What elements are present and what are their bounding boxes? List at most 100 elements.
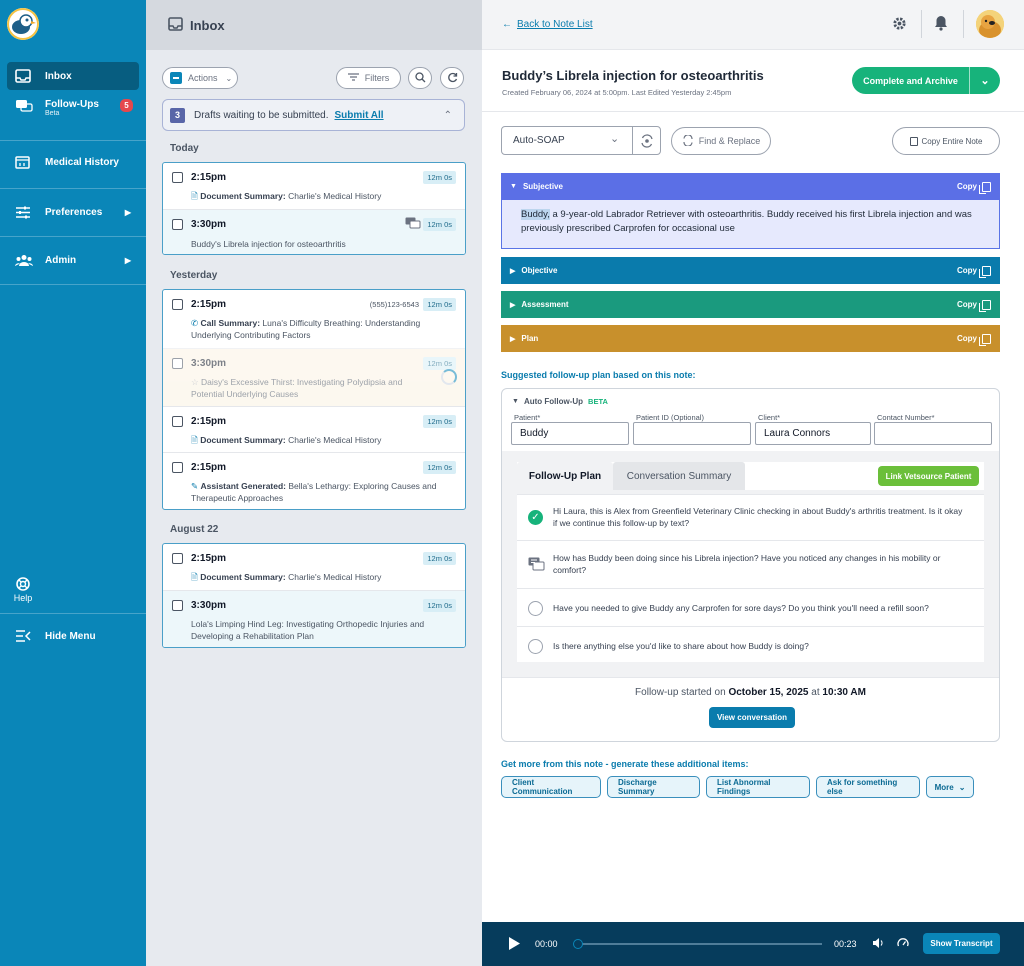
more-dropdown[interactable]: More ⌄ [926, 776, 974, 798]
sidebar-item-medical-history[interactable]: Medical History [7, 148, 139, 176]
copy-button[interactable]: Copy [957, 333, 991, 346]
section-label: Today [170, 143, 199, 154]
inbox-panel: Inbox Actions ⌄ Filters 3 Drafts waiting… [146, 0, 482, 966]
select-all-checkbox[interactable] [170, 72, 182, 84]
sidebar-item-preferences[interactable]: Preferences ▶ [7, 198, 139, 226]
list-item[interactable]: 3:30pm 12m 0s Lola's Limping Hind Leg: I… [163, 590, 465, 647]
client-field[interactable]: Laura Connors [755, 422, 871, 445]
beta-badge: BETA [588, 397, 608, 406]
progress-thumb[interactable] [573, 939, 583, 949]
item-checkbox[interactable] [172, 416, 183, 427]
hide-menu-button[interactable]: Hide Menu [7, 622, 139, 650]
contact-number-field[interactable] [874, 422, 992, 445]
subjective-text: a 9-year-old Labrador Retriever with ost… [521, 209, 972, 234]
item-kind: Document Summary: [200, 435, 286, 445]
item-checkbox[interactable] [172, 553, 183, 564]
item-checkbox[interactable] [172, 219, 183, 230]
item-checkbox[interactable] [172, 600, 183, 611]
section-subjective[interactable]: ▼ Subjective Copy [501, 173, 1000, 200]
help-button[interactable]: Help [10, 577, 36, 603]
link-vetsource-patient-button[interactable]: Link Vetsource Patient [878, 466, 979, 486]
list-item[interactable]: 2:15pm (555)123-6543 12m 0s ✆ Call Summa… [163, 290, 465, 348]
volume-icon[interactable] [872, 937, 884, 952]
sidebar-item-inbox[interactable]: Inbox [7, 62, 139, 90]
followup-card: ▼ Auto Follow-Up BETA Patient* Buddy Pat… [501, 388, 1000, 742]
sidebar-item-follow-ups[interactable]: Follow-Ups Beta 5 [7, 95, 139, 127]
section-label: Assessment [521, 300, 569, 309]
filters-button[interactable]: Filters [336, 67, 401, 89]
app-logo[interactable] [7, 8, 39, 40]
copy-entire-note-button[interactable]: Copy Entire Note [892, 127, 1000, 155]
sidebar-item-label: Medical History [45, 156, 119, 168]
item-checkbox[interactable] [172, 299, 183, 310]
inbox-icon [168, 17, 183, 34]
tab-follow-up-plan[interactable]: Follow-Up Plan [517, 462, 613, 490]
inbox-icon [15, 69, 37, 83]
chevron-down-icon[interactable]: ⌄ [970, 67, 1000, 94]
section-plan[interactable]: ▶ Plan Copy [501, 325, 1000, 352]
copy-button[interactable]: Copy [957, 299, 991, 312]
divider [502, 677, 999, 678]
complete-and-archive-button[interactable]: Complete and Archive ⌄ [852, 67, 1000, 94]
list-item[interactable]: 2:15pm 12m 0s 🗎 Document Summary: Charli… [163, 544, 465, 590]
item-description: ☆ Daisy's Excessive Thirst: Investigatin… [191, 376, 425, 400]
section-objective[interactable]: ▶ Objective Copy [501, 257, 1000, 284]
chevron-up-icon[interactable]: ⌃ [444, 110, 452, 121]
copy-button[interactable]: Copy [957, 181, 991, 194]
ask-for-something-else-button[interactable]: Ask for something else [816, 776, 920, 798]
submit-all-link[interactable]: Submit All [335, 110, 384, 121]
show-transcript-button[interactable]: Show Transcript [923, 933, 1000, 954]
patient-id-label: Patient ID (Optional) [636, 413, 704, 422]
item-time: 2:15pm [191, 462, 227, 473]
template-select[interactable]: Auto-SOAP ⌄ [501, 126, 661, 155]
current-time: 00:00 [535, 939, 558, 949]
sidebar-item-admin[interactable]: Admin ▶ [7, 246, 139, 274]
section-assessment[interactable]: ▶ Assessment Copy [501, 291, 1000, 318]
message-icon [405, 217, 421, 233]
duration-badge: 12m 0s [423, 218, 456, 231]
view-conversation-button[interactable]: View conversation [709, 707, 795, 728]
client-communication-button[interactable]: Client Communication [501, 776, 601, 798]
divider [0, 188, 146, 189]
progress-track[interactable] [573, 939, 822, 949]
list-item[interactable]: 2:15pm 12m 0s 🗎 Document Summary: Charli… [163, 163, 465, 209]
regenerate-icon[interactable] [640, 134, 654, 151]
list-abnormal-findings-button[interactable]: List Abnormal Findings [706, 776, 810, 798]
duration-badge: 12m 0s [423, 599, 456, 612]
play-icon[interactable] [508, 936, 521, 954]
list-item-processing[interactable]: 3:30pm 12m 0s ☆ Daisy's Excessive Thirst… [163, 348, 465, 406]
item-description: ✆ Call Summary: Luna's Difficulty Breath… [191, 317, 453, 341]
check-circle-icon: ✓ [528, 510, 543, 525]
gear-icon[interactable] [892, 16, 907, 34]
chevron-right-icon: ▶ [124, 207, 131, 217]
auto-followup-toggle[interactable]: ▼ Auto Follow-Up BETA [512, 397, 608, 406]
divider [632, 127, 633, 154]
chevron-down-icon: ⌄ [610, 133, 620, 145]
refresh-button[interactable] [440, 67, 464, 89]
item-checkbox[interactable] [172, 358, 183, 369]
list-item[interactable]: 2:15pm 12m 0s ✎ Assistant Generated: Bel… [163, 452, 465, 509]
duration-badge: 12m 0s [423, 461, 456, 474]
item-checkbox[interactable] [172, 172, 183, 183]
item-checkbox[interactable] [172, 462, 183, 473]
playback-speed-icon[interactable] [897, 937, 909, 952]
tab-conversation-summary[interactable]: Conversation Summary [613, 462, 745, 490]
discharge-summary-button[interactable]: Discharge Summary [607, 776, 700, 798]
patient-id-field[interactable] [633, 422, 751, 445]
copy-label: Copy [957, 300, 977, 309]
bell-icon[interactable] [934, 15, 948, 34]
actions-dropdown[interactable]: Actions ⌄ [162, 67, 238, 89]
copy-button[interactable]: Copy [957, 265, 991, 278]
followup-plan-panel: Follow-Up Plan Conversation Summary Link… [517, 462, 984, 662]
avatar[interactable] [976, 10, 1004, 38]
back-to-note-list-link[interactable]: ← Back to Note List [502, 19, 593, 30]
subjective-content[interactable]: Buddy, a 9-year-old Labrador Retriever w… [501, 200, 1000, 249]
calendar-icon [15, 155, 37, 169]
started-time: 10:30 AM [822, 687, 866, 698]
list-item[interactable]: 3:30pm 12m 0s Buddy's Librela injection … [163, 209, 465, 254]
search-button[interactable] [408, 67, 432, 89]
find-replace-button[interactable]: Find & Replace [671, 127, 771, 155]
patient-field[interactable]: Buddy [511, 422, 629, 445]
inbox-header: Inbox [146, 0, 482, 50]
list-item[interactable]: 2:15pm 12m 0s 🗎 Document Summary: Charli… [163, 406, 465, 452]
